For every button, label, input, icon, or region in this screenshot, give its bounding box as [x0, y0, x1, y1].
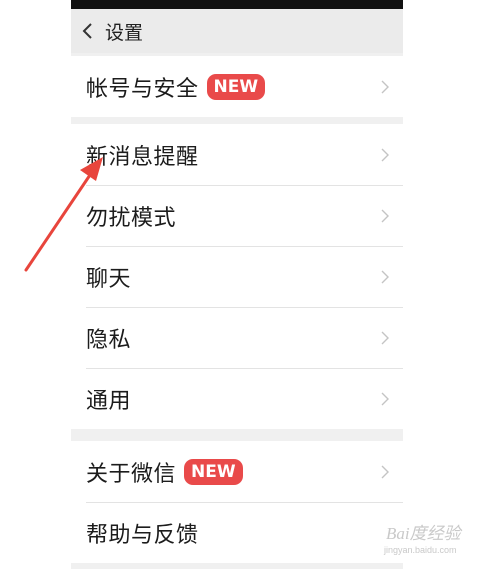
phone-screen: 设置 帐号与安全 NEW 新消息提醒 勿扰模式 聊天 隐私 通用 关于微信 NE… [71, 0, 403, 569]
chevron-right-icon [381, 209, 389, 223]
settings-item-about-wechat[interactable]: 关于微信 NEW [71, 441, 403, 502]
chevron-right-icon [381, 148, 389, 162]
chevron-right-icon [381, 331, 389, 345]
new-badge: NEW [206, 73, 266, 100]
settings-group-about: 关于微信 NEW 帮助与反馈 [71, 441, 403, 563]
settings-item-do-not-disturb[interactable]: 勿扰模式 [71, 185, 403, 246]
settings-item-label: 新消息提醒 [86, 144, 199, 170]
settings-item-label: 帐号与安全 [86, 76, 199, 102]
chevron-right-icon [381, 465, 389, 479]
chevron-right-icon [381, 80, 389, 94]
watermark-sub: jingyan.baidu.com [384, 545, 457, 555]
settings-item-new-message-alerts[interactable]: 新消息提醒 [71, 124, 403, 185]
settings-item-label: 勿扰模式 [86, 205, 177, 231]
settings-group-main: 新消息提醒 勿扰模式 聊天 隐私 通用 [71, 124, 403, 429]
back-chevron-icon[interactable] [71, 9, 105, 53]
baidu-jingyan-watermark: Bai度经验 jingyan.baidu.com [382, 513, 487, 561]
new-badge: NEW [184, 458, 243, 485]
settings-group-account: 帐号与安全 NEW [71, 56, 403, 117]
settings-item-label: 聊天 [86, 266, 132, 292]
chevron-right-icon [381, 392, 389, 406]
settings-item-general[interactable]: 通用 [71, 368, 403, 429]
chevron-right-icon [381, 270, 389, 284]
nav-bar: 设置 [71, 9, 403, 53]
status-bar [71, 0, 403, 9]
settings-item-label: 隐私 [86, 327, 132, 353]
settings-item-label: 帮助与反馈 [86, 522, 199, 548]
settings-item-privacy[interactable]: 隐私 [71, 307, 403, 368]
settings-item-chats[interactable]: 聊天 [71, 246, 403, 307]
settings-item-label: 关于微信 [86, 461, 177, 487]
settings-item-label: 通用 [86, 388, 132, 414]
watermark-main: Bai度经验 [386, 524, 461, 543]
settings-item-account-security[interactable]: 帐号与安全 NEW [71, 56, 403, 117]
settings-item-help-feedback[interactable]: 帮助与反馈 [71, 502, 403, 563]
page-title: 设置 [105, 21, 144, 44]
